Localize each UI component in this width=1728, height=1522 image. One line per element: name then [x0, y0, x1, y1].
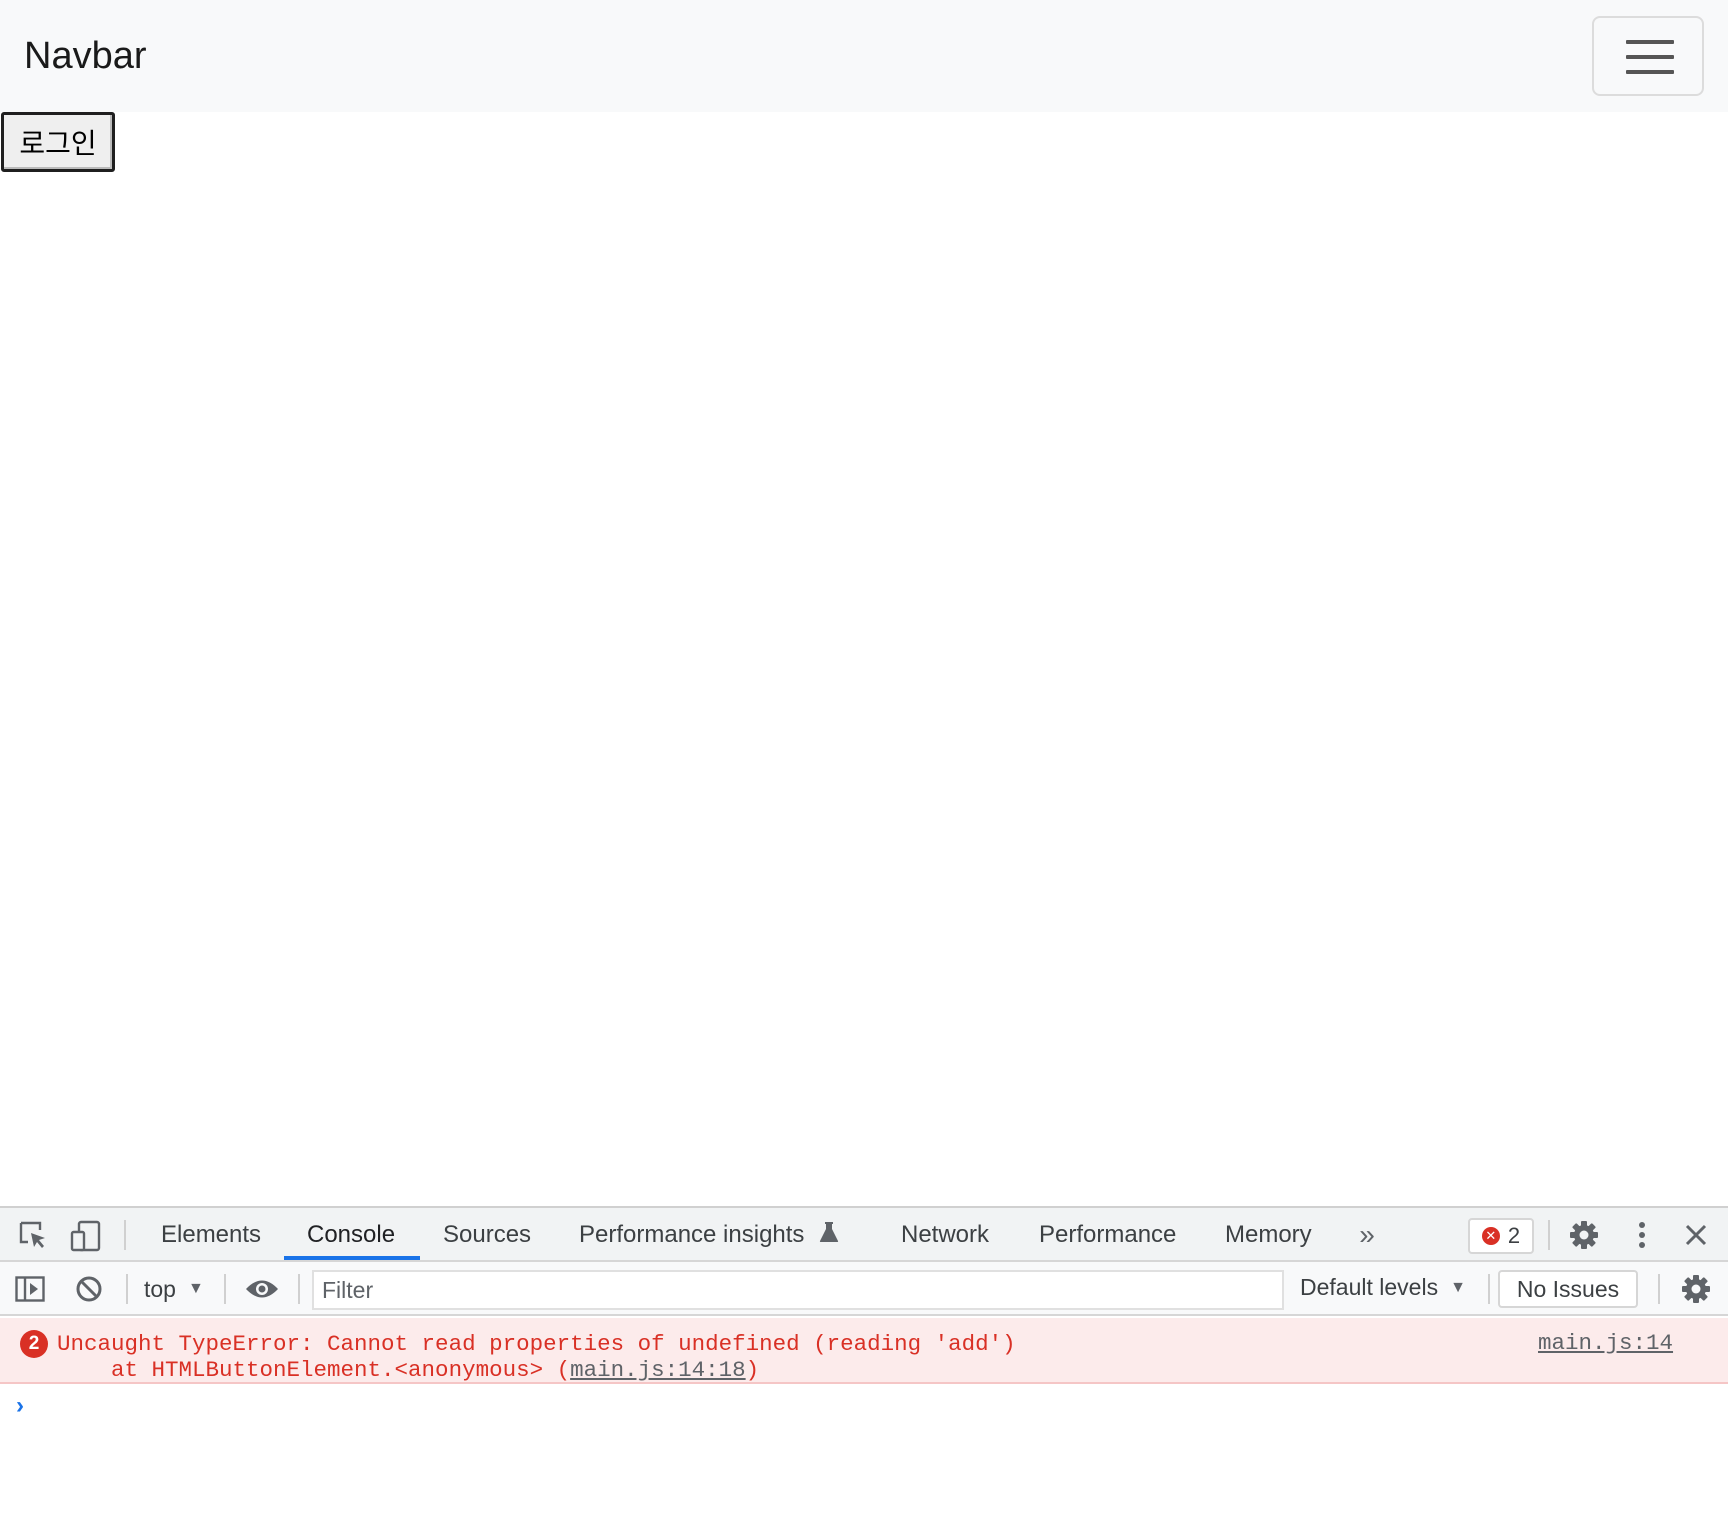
close-icon[interactable]	[1680, 1219, 1712, 1251]
tab-memory[interactable]: Memory	[1225, 1208, 1312, 1260]
dropdown-caret-icon: ▼	[1450, 1278, 1466, 1296]
login-button[interactable]: 로그인	[1, 112, 115, 172]
error-icon: ✕	[1481, 1227, 1500, 1245]
flask-icon	[819, 1209, 839, 1263]
error-stack-line: at HTMLButtonElement.<anonymous> (main.j…	[57, 1357, 759, 1383]
stack-prefix: at HTMLButtonElement.<anonymous> (	[57, 1357, 571, 1383]
stack-suffix: )	[745, 1357, 760, 1383]
separator	[1488, 1274, 1490, 1304]
separator	[124, 1220, 126, 1250]
filter-input[interactable]	[312, 1270, 1284, 1310]
tab-console[interactable]: Console	[307, 1208, 395, 1260]
tab-performance-insights[interactable]: Performance insights	[579, 1208, 839, 1260]
console-settings-icon[interactable]	[1680, 1274, 1712, 1304]
issues-button[interactable]: No Issues	[1498, 1270, 1638, 1308]
error-source-link[interactable]: main.js:14	[1538, 1330, 1673, 1356]
hamburger-icon	[1626, 40, 1674, 74]
separator	[298, 1274, 300, 1304]
error-message: Uncaught TypeError: Cannot read properti…	[57, 1331, 1016, 1357]
devtools-panel: Elements Console Sources Performance ins…	[0, 1206, 1728, 1522]
tab-network[interactable]: Network	[901, 1208, 989, 1260]
navbar-toggler-button[interactable]	[1592, 16, 1704, 96]
error-count-badge[interactable]: ✕ 2	[1468, 1218, 1534, 1254]
tab-elements[interactable]: Elements	[161, 1208, 261, 1260]
separator	[224, 1274, 226, 1304]
device-toolbar-icon[interactable]	[70, 1220, 102, 1252]
navbar: Navbar	[0, 0, 1728, 112]
log-levels-dropdown[interactable]: Default levels ▼	[1300, 1274, 1466, 1301]
context-label: top	[144, 1275, 176, 1302]
devtools-tab-bar: Elements Console Sources Performance ins…	[0, 1208, 1728, 1262]
tab-performance-insights-label: Performance insights	[579, 1221, 805, 1248]
navbar-brand[interactable]: Navbar	[24, 32, 147, 80]
gear-icon[interactable]	[1568, 1219, 1600, 1251]
separator	[126, 1274, 128, 1304]
dropdown-caret-icon: ▼	[187, 1280, 204, 1297]
separator	[1658, 1274, 1660, 1304]
clear-console-icon[interactable]	[74, 1274, 104, 1304]
sidebar-toggle-icon[interactable]	[14, 1274, 46, 1304]
active-tab-indicator	[284, 1256, 420, 1260]
error-repeat-count: 2	[20, 1330, 48, 1358]
console-prompt-icon[interactable]: ›	[16, 1392, 24, 1420]
console-error-row[interactable]: 2 Uncaught TypeError: Cannot read proper…	[0, 1318, 1728, 1384]
double-chevron-icon[interactable]: »	[1352, 1219, 1382, 1250]
context-selector[interactable]: top ▼	[144, 1274, 204, 1304]
tab-performance[interactable]: Performance	[1039, 1208, 1176, 1260]
eye-icon[interactable]	[244, 1274, 280, 1304]
separator	[1548, 1220, 1550, 1250]
error-badge-count: 2	[1507, 1223, 1521, 1248]
log-levels-label: Default levels	[1300, 1274, 1439, 1300]
kebab-menu-icon[interactable]	[1626, 1219, 1658, 1251]
console-toolbar: top ▼ Default levels ▼ No Issues	[0, 1262, 1728, 1316]
tab-sources[interactable]: Sources	[443, 1208, 531, 1260]
stack-source-link[interactable]: main.js:14:18	[570, 1357, 746, 1383]
inspect-element-icon[interactable]	[18, 1220, 48, 1250]
